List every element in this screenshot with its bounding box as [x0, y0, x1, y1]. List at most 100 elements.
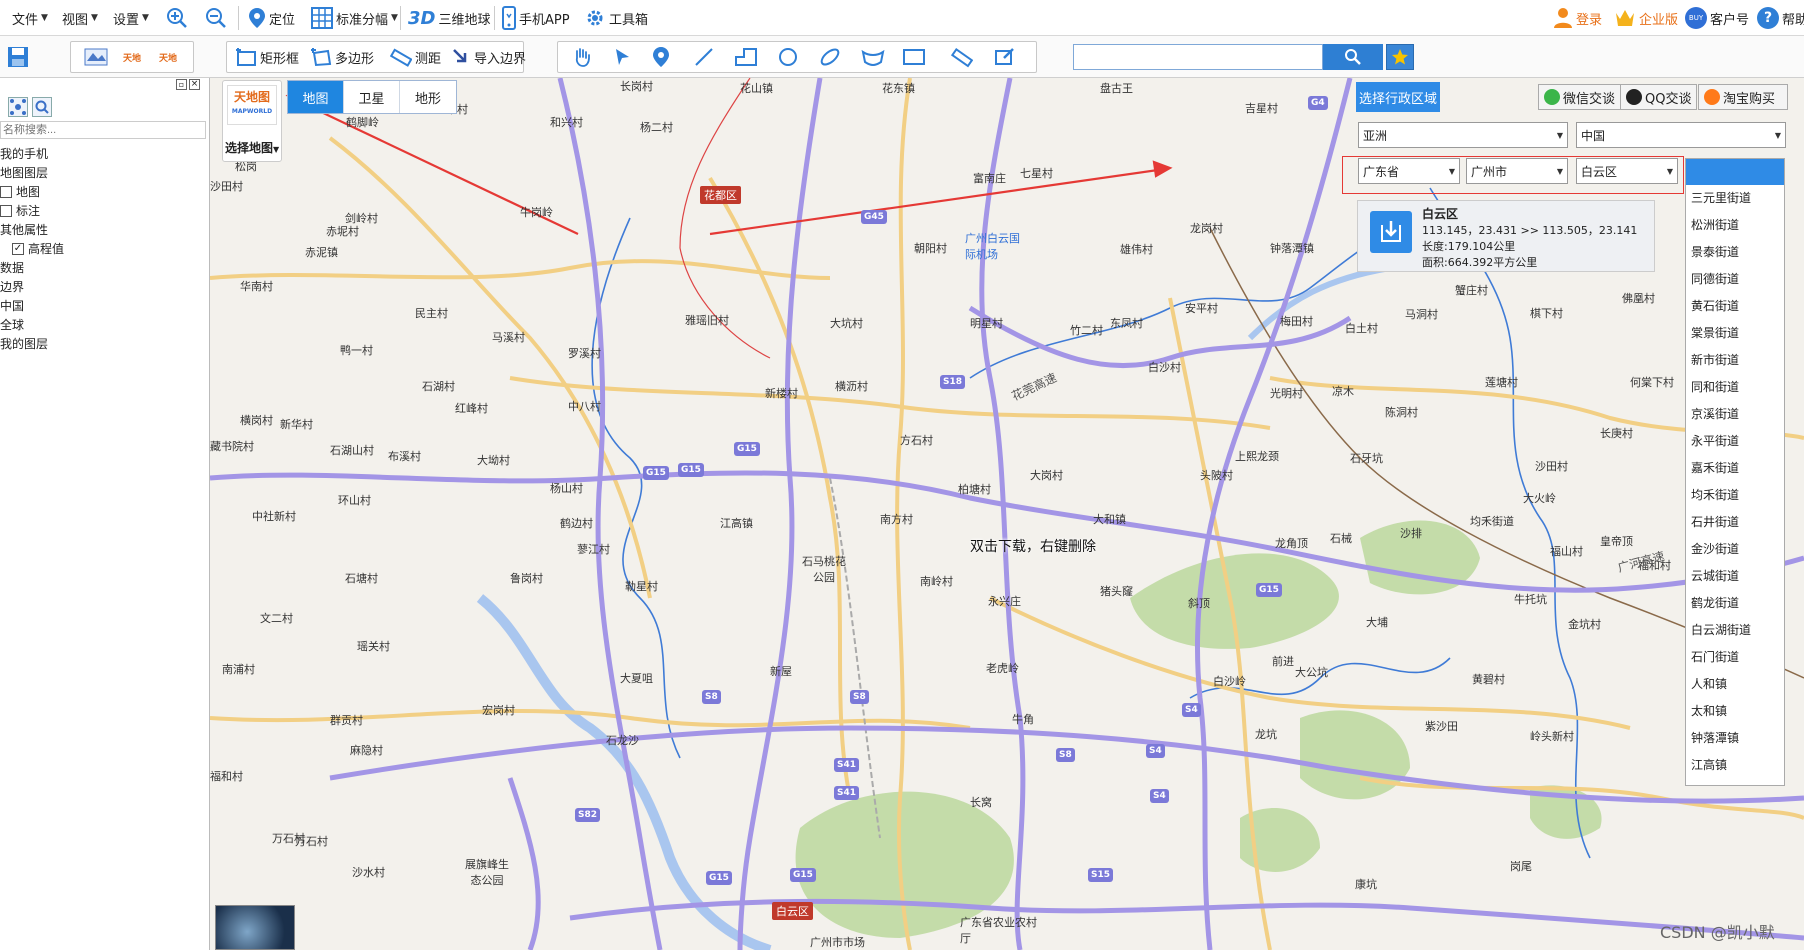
place-label: 皇帝顶: [1600, 535, 1633, 548]
layer-item-data[interactable]: 数据: [0, 259, 24, 276]
district-option[interactable]: 棠景街道: [1686, 320, 1784, 347]
checkbox[interactable]: [0, 204, 12, 217]
district-option[interactable]: 三元里街道: [1686, 185, 1784, 212]
import-border-button[interactable]: 导入边界: [446, 41, 531, 73]
map-source-button-3[interactable]: 天地: [154, 41, 182, 73]
district-option[interactable]: 石井街道: [1686, 509, 1784, 536]
layer-search-input[interactable]: [0, 121, 206, 139]
earth-thumbnail[interactable]: [215, 905, 295, 950]
map-source-button-2[interactable]: 天地: [118, 41, 146, 73]
ellipse-tool-button[interactable]: [813, 41, 847, 73]
polyline-tool-button[interactable]: [729, 41, 763, 73]
layer-item-other-props[interactable]: 其他属性: [0, 221, 48, 238]
menu-settings[interactable]: 设置 ▼: [113, 0, 149, 36]
standard-sheet-button[interactable]: 标准分幅 ▼: [311, 0, 398, 36]
map-type-map[interactable]: 地图: [288, 81, 344, 113]
taobao-buy-button[interactable]: 淘宝购买: [1698, 84, 1788, 110]
checkbox[interactable]: [0, 185, 12, 198]
place-label: 杨二村: [640, 121, 673, 134]
map-type-terrain[interactable]: 地形: [400, 81, 456, 113]
layer-item-label-layer[interactable]: 标注: [0, 202, 40, 219]
zoom-out-button[interactable]: [205, 0, 227, 36]
favorite-button[interactable]: [1386, 44, 1414, 70]
point-tool-button[interactable]: [647, 41, 675, 73]
district-option[interactable]: 京溪街道: [1686, 401, 1784, 428]
place-label: 牛岗岭: [520, 206, 553, 219]
login-button[interactable]: 登录: [1553, 0, 1602, 36]
district-option[interactable]: 松洲街道: [1686, 212, 1784, 239]
district-option[interactable]: 人和镇: [1686, 671, 1784, 698]
district-option[interactable]: 景泰街道: [1686, 239, 1784, 266]
country-select[interactable]: 中国 ▼: [1576, 122, 1786, 148]
help-button[interactable]: ? 帮助: [1757, 0, 1804, 36]
select-tool-button[interactable]: [606, 41, 638, 73]
district-option[interactable]: [1686, 159, 1784, 185]
map-source-button-1[interactable]: [78, 41, 114, 73]
province-select[interactable]: 广东省 ▼: [1358, 158, 1460, 184]
layer-item-border[interactable]: 边界: [0, 278, 24, 295]
circle-tool-button[interactable]: [772, 41, 804, 73]
map-type-satellite[interactable]: 卫星: [344, 81, 400, 113]
district-option[interactable]: 石门街道: [1686, 644, 1784, 671]
district-select[interactable]: 白云区 ▼: [1576, 158, 1678, 184]
district-option[interactable]: 黄石街道: [1686, 293, 1784, 320]
close-icon[interactable]: ×: [189, 79, 200, 90]
district-option[interactable]: 钟落潭镇: [1686, 725, 1784, 752]
locate-button[interactable]: 定位: [248, 0, 295, 36]
district-option[interactable]: 金沙街道: [1686, 536, 1784, 563]
three-d-earth-button[interactable]: 3D 三维地球: [408, 0, 490, 36]
search-input[interactable]: [1073, 44, 1323, 70]
sector-tool-button[interactable]: [856, 41, 890, 73]
checkbox-checked[interactable]: ✓: [12, 242, 24, 255]
layer-item-global[interactable]: 全球: [0, 316, 24, 333]
standard-sheet-label: 标准分幅: [336, 12, 389, 28]
place-label: 方石村: [900, 434, 933, 447]
line-tool-button[interactable]: [688, 41, 720, 73]
district-option[interactable]: 同德街道: [1686, 266, 1784, 293]
city-select[interactable]: 广州市 ▼: [1466, 158, 1568, 184]
layer-item-elevation[interactable]: ✓ 高程值: [12, 240, 64, 257]
edit-tool-button[interactable]: [988, 41, 1020, 73]
district-option[interactable]: 江高镇: [1686, 752, 1784, 779]
zoom-in-button[interactable]: [166, 0, 188, 36]
district-option[interactable]: 新市街道: [1686, 347, 1784, 374]
pan-tool-button[interactable]: [566, 41, 598, 73]
district-option[interactable]: 同和街道: [1686, 374, 1784, 401]
layer-item-map[interactable]: 地图: [0, 183, 40, 200]
pin-icon[interactable]: ▫: [176, 79, 187, 90]
rectangle-tool-button[interactable]: [897, 41, 931, 73]
menu-file[interactable]: 文件 ▼: [12, 0, 48, 36]
layer-item-map-layers[interactable]: 地图图层: [0, 164, 48, 181]
layer-search-button[interactable]: [32, 97, 52, 117]
district-option[interactable]: 太和镇: [1686, 698, 1784, 725]
select-admin-region-tab[interactable]: 选择行政区域: [1356, 82, 1440, 112]
mobile-app-button[interactable]: 手机APP: [502, 0, 570, 36]
measure-tool-button[interactable]: [946, 41, 978, 73]
district-option[interactable]: 云城街道: [1686, 563, 1784, 590]
wechat-label: 微信交谈: [1563, 91, 1616, 107]
qq-chat-button[interactable]: QQ交谈: [1620, 84, 1698, 110]
layer-item-my-layers[interactable]: 我的图层: [0, 335, 48, 352]
layer-item-china[interactable]: 中国: [0, 297, 24, 314]
continent-select[interactable]: 亚洲 ▼: [1358, 122, 1568, 148]
district-option[interactable]: 永平街道: [1686, 428, 1784, 455]
district-option[interactable]: 鹤龙街道: [1686, 590, 1784, 617]
district-option[interactable]: 白云湖街道: [1686, 617, 1784, 644]
wechat-chat-button[interactable]: 微信交谈: [1538, 84, 1622, 110]
toolbox-button[interactable]: 工具箱: [584, 0, 648, 36]
layer-tree-button[interactable]: [8, 97, 28, 117]
map-source-selector[interactable]: 天地图 MAPWORLD 选择地图▼: [222, 80, 282, 162]
taobao-label: 淘宝购买: [1723, 91, 1776, 107]
client-no-button[interactable]: BUY 客户号: [1685, 0, 1749, 36]
district-option[interactable]: 嘉禾街道: [1686, 455, 1784, 482]
download-icon[interactable]: [1370, 211, 1412, 253]
search-button[interactable]: [1323, 44, 1383, 70]
menu-view[interactable]: 视图 ▼: [62, 0, 98, 36]
enterprise-button[interactable]: 企业版: [1614, 0, 1678, 36]
save-button[interactable]: [2, 41, 34, 73]
district-option[interactable]: 均禾街道: [1686, 482, 1784, 509]
rect-select-button[interactable]: 矩形框: [230, 41, 304, 73]
layer-item-phone[interactable]: 我的手机: [0, 145, 48, 162]
measure-button[interactable]: 测距: [385, 41, 446, 73]
polygon-select-button[interactable]: 多边形: [305, 41, 379, 73]
